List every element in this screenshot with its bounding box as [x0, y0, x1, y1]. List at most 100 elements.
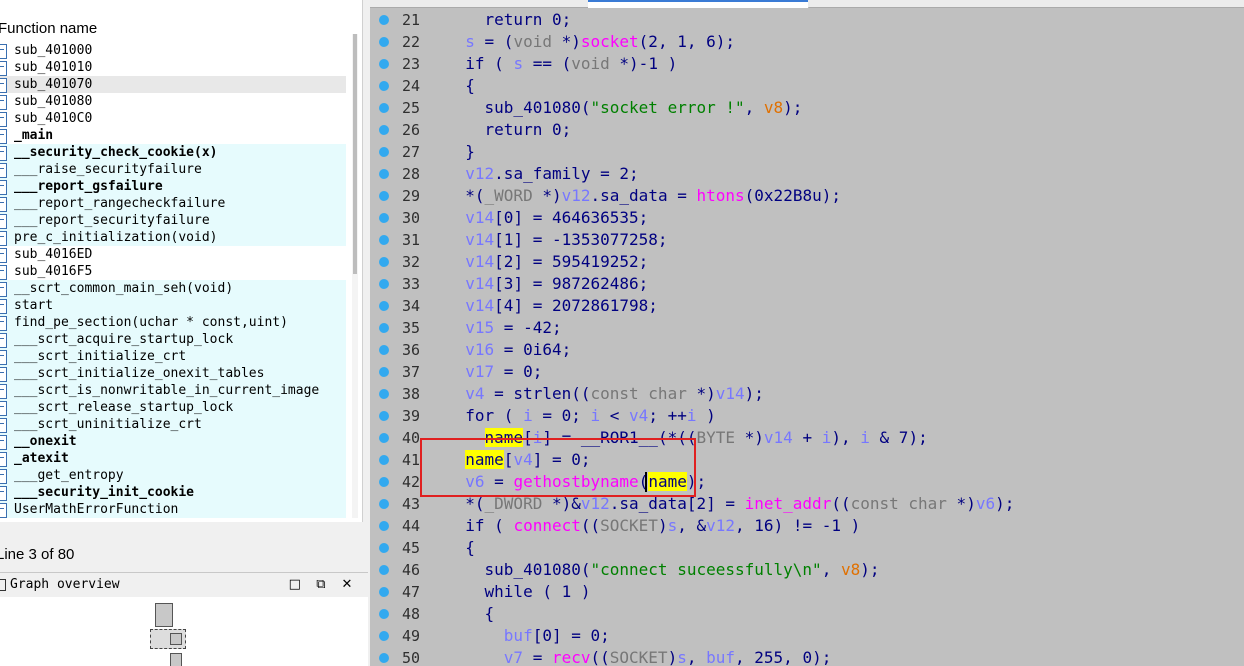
- function-list-item[interactable]: ___raise_securityfailure: [0, 161, 346, 178]
- code-line[interactable]: 37 v17 = 0;: [370, 361, 1244, 383]
- code-line[interactable]: 48 {: [370, 603, 1244, 625]
- breakpoint-dot-icon[interactable]: [379, 59, 389, 69]
- breakpoint-dot-icon[interactable]: [379, 37, 389, 47]
- code-line[interactable]: 41 name[v4] = 0;: [370, 449, 1244, 471]
- breakpoint-dot-icon[interactable]: [379, 609, 389, 619]
- function-list-item[interactable]: ___report_securityfailure: [0, 212, 346, 229]
- close-button[interactable]: ✕: [336, 573, 358, 597]
- code-line[interactable]: 50 v7 = recv((SOCKET)s, buf, 255, 0);: [370, 647, 1244, 666]
- code-line[interactable]: 45 {: [370, 537, 1244, 559]
- breakpoint-dot-icon[interactable]: [379, 301, 389, 311]
- function-list-item[interactable]: ___report_gsfailure: [0, 178, 346, 195]
- breakpoint-dot-icon[interactable]: [379, 169, 389, 179]
- code-line[interactable]: 26 return 0;: [370, 119, 1244, 141]
- function-list-item[interactable]: ___scrt_release_startup_lock: [0, 399, 346, 416]
- breakpoint-dot-icon[interactable]: [379, 455, 389, 465]
- float-button[interactable]: ⧉: [310, 573, 332, 597]
- breakpoint-dot-icon[interactable]: [379, 477, 389, 487]
- function-list-item[interactable]: find_pe_section(uchar * const,uint): [0, 314, 346, 331]
- code-line[interactable]: 38 v4 = strlen((const char *)v14);: [370, 383, 1244, 405]
- code-line[interactable]: 44 if ( connect((SOCKET)s, &v12, 16) != …: [370, 515, 1244, 537]
- code-line[interactable]: 21 return 0;: [370, 9, 1244, 31]
- code-line[interactable]: 29 *(_WORD *)v12.sa_data = htons(0x22B8u…: [370, 185, 1244, 207]
- function-list-item[interactable]: ___scrt_initialize_onexit_tables: [0, 365, 346, 382]
- function-list-item[interactable]: ___scrt_uninitialize_crt: [0, 416, 346, 433]
- function-list-item[interactable]: sub_401070: [0, 76, 346, 93]
- function-name-column-header[interactable]: Function name: [0, 18, 99, 40]
- function-list-item[interactable]: sub_401010: [0, 59, 346, 76]
- code-line[interactable]: 23 if ( s == (void *)-1 ): [370, 53, 1244, 75]
- function-list-item[interactable]: sub_401080: [0, 93, 346, 110]
- code-line[interactable]: 35 v15 = -42;: [370, 317, 1244, 339]
- breakpoint-dot-icon[interactable]: [379, 345, 389, 355]
- breakpoint-dot-icon[interactable]: [379, 389, 389, 399]
- code-line[interactable]: 22 s = (void *)socket(2, 1, 6);: [370, 31, 1244, 53]
- breakpoint-dot-icon[interactable]: [379, 81, 389, 91]
- function-list-item[interactable]: sub_4016ED: [0, 246, 346, 263]
- breakpoint-dot-icon[interactable]: [379, 15, 389, 25]
- breakpoint-dot-icon[interactable]: [379, 543, 389, 553]
- code-line[interactable]: 42 v6 = gethostbyname(name);: [370, 471, 1244, 493]
- code-line[interactable]: 32 v14[2] = 595419252;: [370, 251, 1244, 273]
- breakpoint-dot-icon[interactable]: [379, 653, 389, 663]
- code-line[interactable]: 43 *(_DWORD *)&v12.sa_data[2] = inet_add…: [370, 493, 1244, 515]
- code-line[interactable]: 36 v16 = 0i64;: [370, 339, 1244, 361]
- function-list-item[interactable]: ___report_rangecheckfailure: [0, 195, 346, 212]
- code-line[interactable]: 28 v12.sa_family = 2;: [370, 163, 1244, 185]
- code-line[interactable]: 47 while ( 1 ): [370, 581, 1244, 603]
- function-list-item[interactable]: ___get_entropy: [0, 467, 346, 484]
- function-list-item[interactable]: start: [0, 297, 346, 314]
- code-text: }: [446, 141, 475, 163]
- function-list-item[interactable]: ___security_init_cookie: [0, 484, 346, 501]
- function-list-item[interactable]: sub_4010C0: [0, 110, 346, 127]
- code-token: = -42;: [494, 318, 562, 337]
- code-line[interactable]: 33 v14[3] = 987262486;: [370, 273, 1244, 295]
- function-list-scrollbar[interactable]: [352, 34, 358, 518]
- function-list-item[interactable]: ___scrt_is_nonwritable_in_current_image: [0, 382, 346, 399]
- breakpoint-dot-icon[interactable]: [379, 587, 389, 597]
- code-line[interactable]: 25 sub_401080("socket error !", v8);: [370, 97, 1244, 119]
- graph-overview-canvas[interactable]: [0, 597, 368, 666]
- code-line[interactable]: 39 for ( i = 0; i < v4; ++i ): [370, 405, 1244, 427]
- breakpoint-dot-icon[interactable]: [379, 323, 389, 333]
- breakpoint-dot-icon[interactable]: [379, 213, 389, 223]
- breakpoint-dot-icon[interactable]: [379, 103, 389, 113]
- breakpoint-dot-icon[interactable]: [379, 191, 389, 201]
- maximize-button[interactable]: □: [284, 573, 306, 597]
- function-list-item[interactable]: sub_4016F5: [0, 263, 346, 280]
- breakpoint-dot-icon[interactable]: [379, 279, 389, 289]
- function-list-item[interactable]: ___scrt_initialize_crt: [0, 348, 346, 365]
- code-line[interactable]: 30 v14[0] = 464636535;: [370, 207, 1244, 229]
- function-list-item[interactable]: __scrt_common_main_seh(void): [0, 280, 346, 297]
- function-list-item[interactable]: _atexit: [0, 450, 346, 467]
- code-line[interactable]: 34 v14[4] = 2072861798;: [370, 295, 1244, 317]
- function-list-item[interactable]: sub_401000: [0, 42, 346, 59]
- breakpoint-dot-icon[interactable]: [379, 565, 389, 575]
- scrollbar-thumb[interactable]: [353, 34, 357, 274]
- breakpoint-dot-icon[interactable]: [379, 367, 389, 377]
- breakpoint-dot-icon[interactable]: [379, 257, 389, 267]
- code-line[interactable]: 27 }: [370, 141, 1244, 163]
- function-list-item[interactable]: __security_check_cookie(x): [0, 144, 346, 161]
- function-list-item[interactable]: ___scrt_acquire_startup_lock: [0, 331, 346, 348]
- tab-hex-view[interactable]: [808, 0, 1041, 7]
- code-line[interactable]: 24 {: [370, 75, 1244, 97]
- breakpoint-dot-icon[interactable]: [379, 125, 389, 135]
- function-list-item[interactable]: pre_c_initialization(void): [0, 229, 346, 246]
- tab-ida-view[interactable]: [370, 0, 589, 7]
- breakpoint-dot-icon[interactable]: [379, 499, 389, 509]
- code-line[interactable]: 49 buf[0] = 0;: [370, 625, 1244, 647]
- tab-structures[interactable]: [1040, 0, 1244, 7]
- function-list-item[interactable]: UserMathErrorFunction: [0, 501, 346, 518]
- breakpoint-dot-icon[interactable]: [379, 235, 389, 245]
- breakpoint-dot-icon[interactable]: [379, 411, 389, 421]
- breakpoint-dot-icon[interactable]: [379, 147, 389, 157]
- function-list-item[interactable]: __onexit: [0, 433, 346, 450]
- breakpoint-dot-icon[interactable]: [379, 433, 389, 443]
- code-line[interactable]: 46 sub_401080("connect suceessfully\n", …: [370, 559, 1244, 581]
- breakpoint-dot-icon[interactable]: [379, 521, 389, 531]
- code-line[interactable]: 31 v14[1] = -1353077258;: [370, 229, 1244, 251]
- function-list-item[interactable]: _main: [0, 127, 346, 144]
- breakpoint-dot-icon[interactable]: [379, 631, 389, 641]
- code-line[interactable]: 40 name[i] = __ROR1__(*((BYTE *)v14 + i)…: [370, 427, 1244, 449]
